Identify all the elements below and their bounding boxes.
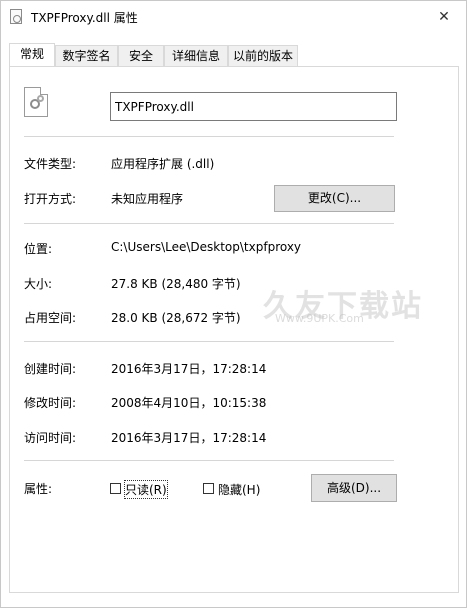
separator — [24, 223, 394, 224]
size-on-disk-label: 占用空间: — [24, 311, 77, 325]
hidden-checkbox[interactable] — [203, 483, 214, 494]
close-button[interactable]: ✕ — [429, 5, 459, 29]
modified-label: 修改时间: — [24, 396, 77, 410]
size-label: 大小: — [24, 277, 53, 291]
tab-details[interactable]: 详细信息 — [164, 45, 228, 66]
page-fold — [40, 87, 48, 95]
created-value: 2016年3月17日，17:28:14 — [111, 362, 267, 376]
readonly-checkbox[interactable] — [110, 483, 121, 494]
size-on-disk-value: 28.0 KB (28,672 字节) — [111, 311, 241, 325]
opens-with-label: 打开方式: — [24, 192, 77, 206]
title-bar: TXPFProxy.dll 属性 ✕ — [1, 1, 466, 33]
advanced-button[interactable]: 高级(D)... — [311, 474, 397, 502]
created-label: 创建时间: — [24, 362, 77, 376]
accessed-value: 2016年3月17日，17:28:14 — [111, 431, 267, 445]
tab-general[interactable]: 常规 — [9, 43, 55, 66]
tab-digital-signatures[interactable]: 数字签名 — [55, 45, 118, 66]
separator — [24, 341, 394, 342]
watermark-url: Www.9UPK.Com — [275, 312, 364, 325]
accessed-label: 访问时间: — [24, 431, 77, 445]
file-type-value: 应用程序扩展 (.dll) — [111, 157, 215, 171]
dll-file-gear-icon — [24, 87, 48, 117]
location-label: 位置: — [24, 242, 53, 256]
opens-with-value: 未知应用程序 — [111, 192, 184, 206]
tab-previous-versions[interactable]: 以前的版本 — [228, 45, 298, 66]
watermark: 久友下载站 Www.9UPK.Com — [263, 281, 421, 333]
file-name-input[interactable] — [110, 92, 397, 121]
dll-file-icon — [10, 9, 22, 24]
window-title: TXPFProxy.dll 属性 — [31, 11, 138, 25]
file-type-label: 文件类型: — [24, 157, 77, 171]
modified-value: 2008年4月10日，10:15:38 — [111, 396, 267, 410]
hidden-label[interactable]: 隐藏(H) — [218, 481, 260, 498]
small-gear-icon — [37, 95, 44, 102]
size-value: 27.8 KB (28,480 字节) — [111, 277, 241, 291]
location-value: C:\Users\Lee\Desktop\txpfproxy — [111, 240, 302, 254]
change-button[interactable]: 更改(C)... — [274, 185, 395, 212]
separator — [24, 460, 394, 461]
tab-security[interactable]: 安全 — [118, 45, 164, 66]
readonly-label[interactable]: 只读(R) — [124, 480, 168, 499]
properties-dialog: TXPFProxy.dll 属性 ✕ 常规 数字签名 安全 详细信息 以前的版本… — [0, 0, 467, 608]
separator — [24, 136, 394, 137]
attributes-label: 属性: — [24, 482, 53, 496]
tab-strip: 常规 数字签名 安全 详细信息 以前的版本 — [9, 43, 459, 67]
